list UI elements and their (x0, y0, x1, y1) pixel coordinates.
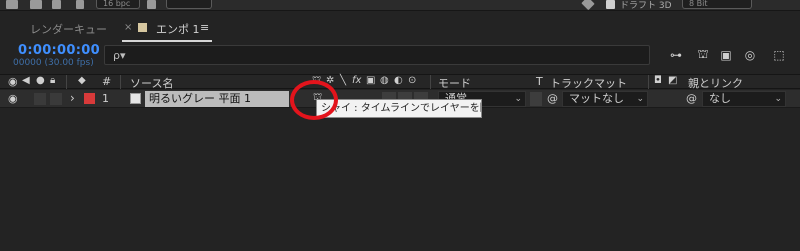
quality-icon[interactable]: ╲ (340, 75, 346, 86)
column-number[interactable]: # (102, 75, 111, 88)
lock-icon[interactable]: 🔒︎ (50, 75, 55, 86)
tab-comp[interactable]: エンポ 1 (156, 21, 200, 37)
comp-icon (138, 23, 147, 32)
draft-checkbox[interactable] (606, 0, 615, 9)
adjustment-layer-icon[interactable]: ◐ (394, 75, 403, 86)
composition-flowchart-icon[interactable]: ⊶ (667, 47, 685, 63)
invert-icon[interactable]: ◩ (668, 75, 677, 86)
shy-tooltip: シャイ : タイムラインでレイヤーを隠す (316, 99, 482, 118)
column-mode[interactable]: モード (438, 75, 471, 91)
label-icon[interactable]: ◆ (78, 75, 86, 86)
parent-select[interactable]: なし ⌄ (702, 91, 786, 107)
search-icon: ρ▾ (113, 49, 126, 62)
effects-icon[interactable]: fx (352, 75, 361, 86)
parent-pickwhip-icon[interactable]: @ (686, 92, 697, 105)
tab-menu-icon[interactable]: ≡ (200, 21, 209, 34)
preserve-transparency-switch[interactable] (530, 92, 542, 106)
label-color-swatch[interactable] (84, 93, 95, 104)
chevron-down-icon: ⌄ (514, 94, 522, 104)
divider (648, 75, 649, 89)
bit-depth-select[interactable]: 8 Bit (682, 0, 752, 9)
motion-blur-icon[interactable]: ◎ (741, 47, 759, 63)
top-toolbar: 16 bpc ドラフト 3D 8 Bit (0, 0, 800, 11)
active-tab-indicator (122, 40, 212, 42)
column-parent-link[interactable]: 親とリンク (688, 75, 743, 91)
bpc-indicator[interactable]: 16 bpc (96, 0, 140, 9)
column-t[interactable]: T (536, 75, 543, 88)
solo-switch[interactable] (34, 93, 46, 105)
track-matte-select[interactable]: マットなし ⌄ (562, 91, 648, 107)
frame-blending-icon[interactable]: ▣ (717, 47, 735, 63)
visibility-eye-icon[interactable]: ◉ (8, 92, 18, 105)
audio-icon[interactable]: ◀ (22, 75, 30, 86)
pickwhip-icon[interactable]: @ (547, 92, 558, 105)
layer-number: 1 (102, 92, 109, 105)
wrench-icon[interactable] (581, 0, 595, 11)
square-icon[interactable] (30, 0, 42, 9)
toolbar-field[interactable] (166, 0, 212, 9)
motion-blur-column-icon[interactable]: ◍ (380, 75, 389, 86)
layer-name[interactable]: 明るいグレー 平面 1 (145, 91, 289, 107)
chevron-down-icon: ⌄ (636, 94, 644, 104)
matte-switch-icon[interactable]: ◘ (654, 75, 662, 86)
solid-layer-icon (130, 93, 141, 104)
divider (120, 75, 121, 89)
column-source-name[interactable]: ソース名 (130, 75, 173, 91)
column-track-matte[interactable]: トラックマット (550, 75, 627, 91)
current-time-display[interactable]: 0:00:00:00 (18, 43, 100, 58)
eye-icon[interactable]: ◉ (8, 75, 18, 88)
frame-rate-display: 00000 (30.00 fps) (13, 58, 94, 68)
search-input[interactable]: ρ▾ (104, 45, 650, 65)
close-icon[interactable]: × (124, 22, 132, 33)
parent-value: なし (709, 92, 731, 105)
frame-blend-column-icon[interactable]: ▣ (366, 75, 375, 86)
shy-toggle-icon[interactable]: ⛫ (694, 47, 712, 63)
3d-layer-icon[interactable]: ⊙ (408, 75, 416, 86)
expand-arrow-icon[interactable]: › (70, 91, 75, 105)
grid-icon[interactable] (6, 0, 18, 9)
divider (66, 75, 67, 89)
chevron-down-icon: ⌄ (774, 94, 782, 104)
fill-icon[interactable] (52, 0, 61, 9)
trash-icon[interactable] (147, 0, 156, 9)
tab-render-queue[interactable]: レンダーキュー (30, 21, 107, 37)
lightning-icon[interactable] (76, 0, 84, 9)
divider (430, 75, 431, 89)
graph-editor-icon[interactable]: ⬚ (770, 47, 788, 63)
track-matte-value: マットなし (569, 92, 624, 105)
draft-label: ドラフト 3D (620, 1, 672, 9)
lock-switch[interactable] (50, 93, 62, 105)
solo-icon[interactable]: ● (36, 75, 45, 86)
highlight-circle-annotation (290, 80, 338, 120)
